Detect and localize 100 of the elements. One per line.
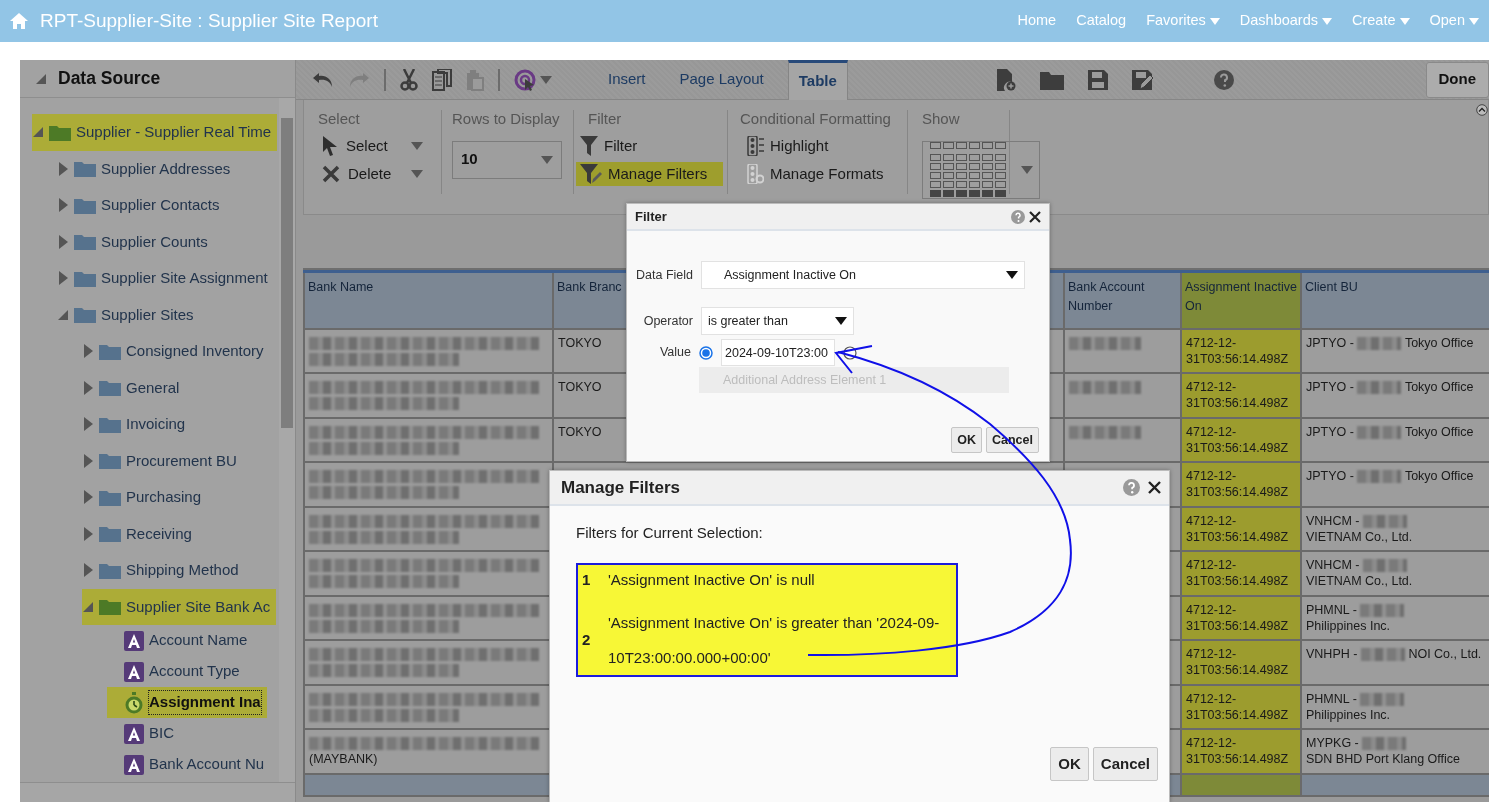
collapse-icon[interactable] [1476,104,1488,116]
table-style-dropdown[interactable] [922,140,1040,199]
undo-icon[interactable] [312,70,334,89]
tree-item[interactable]: Purchasing [82,479,208,516]
attribute-icon [124,754,144,775]
tree-item[interactable]: Account Name [107,625,254,656]
filter-condition[interactable]: 'Assignment Inactive On' is null [608,569,948,591]
tab[interactable]: Insert [598,59,656,100]
tree-item[interactable]: Supplier Site Bank Ac [82,588,277,625]
rows-dropdown[interactable]: 10 [452,140,562,179]
table-cell: TOKYO [558,335,602,350]
help-icon[interactable] [1213,69,1234,90]
cursor-target-icon[interactable] [514,68,536,91]
dialog-button[interactable]: Cancel [1092,747,1158,781]
filter-condition[interactable]: 'Assignment Inactive On' is greater than '2024-09-10T23:00:00.000+00:00' [608,605,948,675]
done-button[interactable]: Done [1425,61,1489,98]
caret-icon [835,317,847,325]
operator-dropdown[interactable]: is greater than [701,307,854,335]
stopwatch-icon [124,691,144,714]
button-label: Select [346,136,388,157]
copy-icon[interactable] [432,68,452,91]
menu-button[interactable]: Delete [318,162,427,186]
tree-item[interactable]: Consigned Inventory [82,333,270,370]
help-icon[interactable] [1123,479,1140,496]
data-field-dropdown[interactable]: Assignment Inactive On [701,261,1025,289]
new-document-icon[interactable] [995,68,1016,91]
table-cell: (MAYBANK) [309,752,378,767]
folder-icon[interactable] [1039,69,1064,90]
tree-item[interactable]: Supplier - Supplier Real Time [32,114,278,151]
tree-item[interactable]: Bank Account Nu [107,749,271,780]
caret-icon [1209,17,1220,25]
attribute-icon [124,630,144,651]
filter-number: 2 [582,629,592,650]
tab[interactable]: Page Layout [669,59,774,100]
folder-icon [74,160,96,178]
table-cell: 4712-12-31T03:56:14.498Z [1186,736,1289,767]
table-cell: 4712-12-31T03:56:14.498Z [1186,647,1289,678]
tree-item[interactable]: Receiving [82,515,198,552]
tree-item[interactable]: Supplier Contacts [57,187,226,224]
tree-item[interactable]: Assignment Ina [107,687,267,718]
home-icon [10,13,28,29]
tree-item[interactable]: Supplier Addresses [57,150,237,187]
field-label: Value [658,344,691,362]
group-title: Filter [587,109,623,129]
blurred-text [1362,737,1407,751]
value-input[interactable]: 2024-09-10T23:00 [721,339,835,366]
dialog-button[interactable]: OK [1050,747,1089,781]
table-cell: VNHPH - [1306,647,1358,661]
toolbar-button[interactable]: Manage Filters [576,162,723,186]
blurred-text [1360,692,1405,706]
tree-item[interactable]: Supplier Counts [57,223,214,260]
folder-icon [99,379,121,397]
tab[interactable]: Table [787,60,848,100]
save-as-icon[interactable] [1131,69,1154,90]
table-cell: Tokyo Office [1404,334,1474,351]
radio-selected[interactable] [699,345,713,360]
close-icon [322,165,340,184]
blurred-text [1362,559,1407,573]
table-cell: VNHCM - [1306,513,1360,528]
dialog-title: Manage Filters [561,476,681,499]
table-cell: 4712-12-31T03:56:14.498Z [1186,424,1289,455]
close-icon[interactable] [1029,210,1041,223]
button-label: Delete [348,163,392,184]
toolbar-button[interactable]: Filter [576,134,723,159]
menu-button[interactable]: Select [318,134,427,159]
tree-item[interactable]: Supplier Sites [57,296,200,333]
scissors-icon[interactable] [400,68,418,91]
field-label: Data Field [635,267,693,284]
table-cell: TOKYO [558,380,602,394]
expanded-triangle-icon [36,73,46,84]
table-grid-icon [929,141,1008,198]
tree-item[interactable]: Account Type [107,656,246,687]
table-cell: Tokyo Office [1404,379,1474,396]
attribute-icon [124,723,144,744]
tree-item[interactable]: Supplier Site Assignment [57,260,274,297]
field-label: Operator [642,312,693,330]
radio-unselected[interactable] [843,345,857,360]
tree-item[interactable]: Procurement BU [82,442,243,479]
table-cell: JPTYO - [1306,335,1354,350]
caret-icon [1399,17,1410,25]
toolbar-button[interactable]: Highlight [740,134,903,159]
table-cell: TOKYO [558,424,602,439]
tree-item[interactable]: Invoicing [82,406,192,443]
table-cell: SDN BHD Port Klang Office [1306,751,1460,768]
table-cell: 4712-12-31T03:56:14.498Z [1186,691,1289,722]
tree-item[interactable]: BIC [107,718,180,749]
dialog-button[interactable]: OK [951,427,982,453]
vertical-scrollbar[interactable] [279,98,295,782]
horizontal-scrollbar[interactable] [20,782,295,802]
save-icon[interactable] [1087,69,1108,90]
table-cell: 4712-12-31T03:56:14.498Z [1186,380,1289,411]
group-title: Select [318,109,361,129]
caret-icon [1469,17,1479,25]
close-icon[interactable] [1148,481,1161,494]
tree-item[interactable]: Shipping Method [82,552,245,589]
blurred-text [1357,425,1402,439]
folder-icon [99,415,121,433]
filter-number: 1 [582,569,592,590]
table-cell: 4712-12-31T03:56:14.498Z [1186,513,1289,544]
tree-item[interactable]: General [82,369,186,406]
